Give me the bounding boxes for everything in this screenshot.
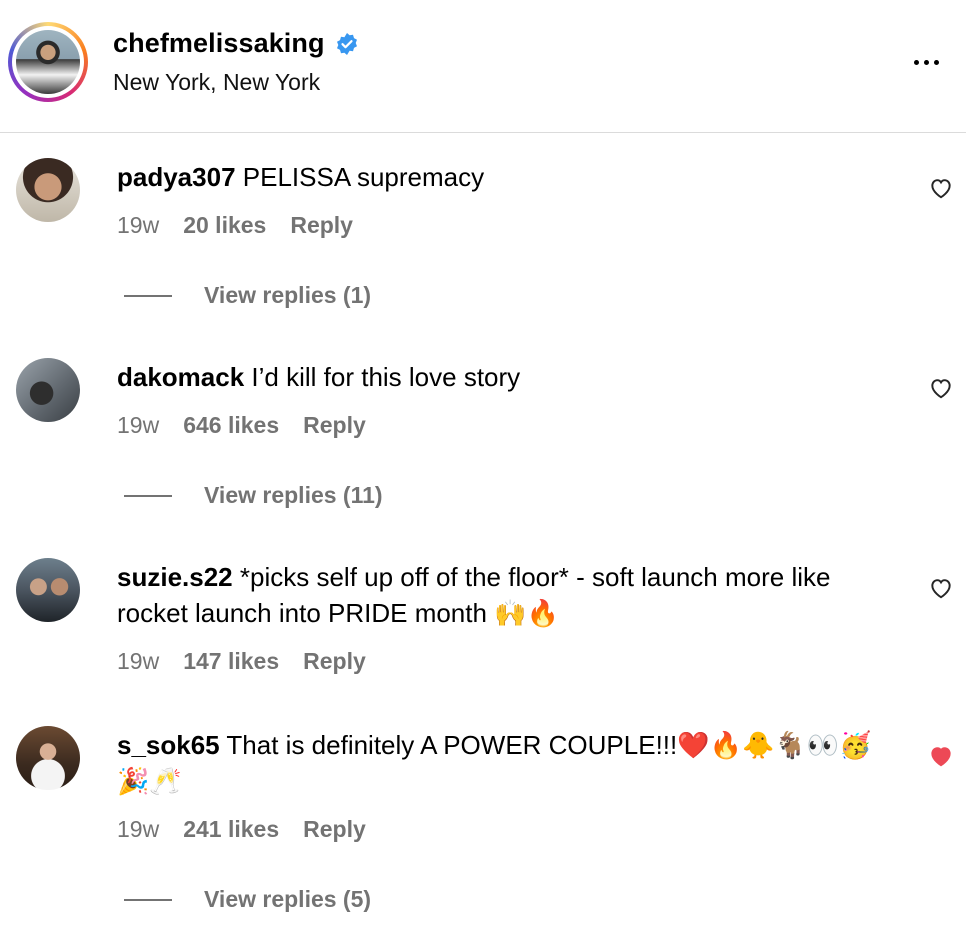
- avatar[interactable]: [16, 158, 80, 222]
- view-replies-button[interactable]: View replies (11): [124, 482, 383, 509]
- comment-time[interactable]: 19w: [117, 816, 159, 843]
- comment-likes[interactable]: 20 likes: [183, 212, 266, 239]
- comment-username[interactable]: suzie.s22: [117, 562, 233, 592]
- comment-meta: 19w 147 likes Reply: [117, 648, 366, 675]
- reply-button[interactable]: Reply: [303, 648, 366, 675]
- avatar: [16, 30, 80, 94]
- comment-username[interactable]: s_sok65: [117, 730, 220, 760]
- comment-likes[interactable]: 646 likes: [183, 412, 279, 439]
- heart-icon[interactable]: [928, 175, 954, 201]
- post-header: chefmelissaking New York, New York: [0, 0, 966, 133]
- avatar[interactable]: [16, 558, 80, 622]
- heart-icon[interactable]: [928, 375, 954, 401]
- avatar[interactable]: [16, 358, 80, 422]
- view-replies-button[interactable]: View replies (1): [124, 282, 371, 309]
- comment-time[interactable]: 19w: [117, 412, 159, 439]
- verified-badge-icon: [336, 32, 357, 55]
- more-options-icon[interactable]: [906, 48, 946, 76]
- heart-filled-icon[interactable]: [928, 743, 954, 769]
- avatar[interactable]: [16, 726, 80, 790]
- divider-line: [124, 294, 172, 297]
- comment-text: dakomack I’d kill for this love story: [117, 362, 521, 392]
- reply-button[interactable]: Reply: [290, 212, 353, 239]
- divider-line: [124, 494, 172, 497]
- comments-page: chefmelissaking New York, New York padya…: [0, 0, 966, 936]
- comment-meta: 19w 646 likes Reply: [117, 412, 366, 439]
- comment-username[interactable]: padya307: [117, 162, 236, 192]
- comment-time[interactable]: 19w: [117, 212, 159, 239]
- reply-button[interactable]: Reply: [303, 816, 366, 843]
- comment-meta: 19w 241 likes Reply: [117, 816, 366, 843]
- header-location[interactable]: New York, New York: [113, 69, 320, 96]
- header-username[interactable]: chefmelissaking: [113, 28, 325, 59]
- comment-text: padya307 PELISSA supremacy: [117, 162, 485, 192]
- comment-meta: 19w 20 likes Reply: [117, 212, 353, 239]
- story-ring[interactable]: [8, 22, 88, 102]
- comment-username[interactable]: dakomack: [117, 362, 244, 392]
- comment-text: s_sok65 That is definitely A POWER COUPL…: [117, 730, 872, 796]
- comment-likes[interactable]: 147 likes: [183, 648, 279, 675]
- comment-time[interactable]: 19w: [117, 648, 159, 675]
- reply-button[interactable]: Reply: [303, 412, 366, 439]
- comment-text: suzie.s22 *picks self up off of the floo…: [117, 562, 831, 628]
- comment-likes[interactable]: 241 likes: [183, 816, 279, 843]
- divider-line: [124, 898, 172, 901]
- heart-icon[interactable]: [928, 575, 954, 601]
- view-replies-button[interactable]: View replies (5): [124, 886, 371, 913]
